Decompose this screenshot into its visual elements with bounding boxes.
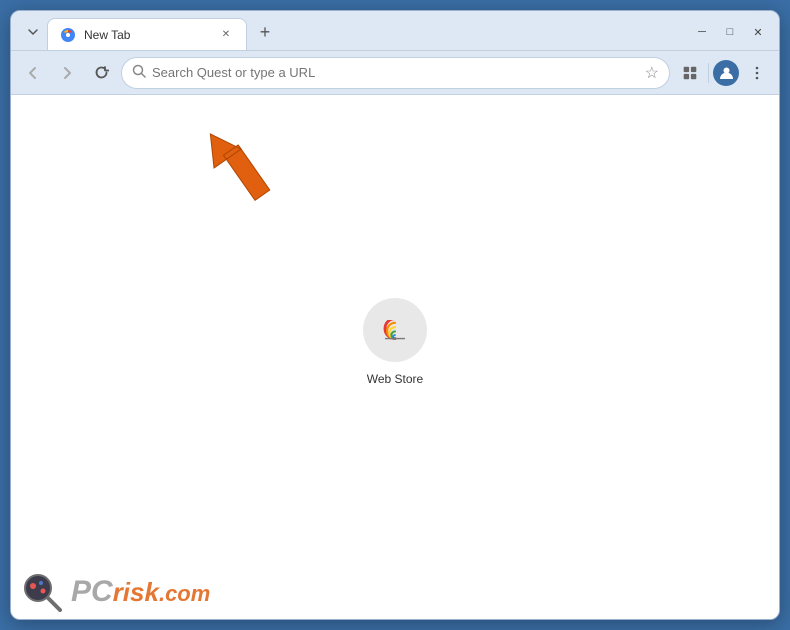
minimize-button[interactable]: ─ <box>689 22 715 42</box>
dotcom-text: .com <box>159 581 210 606</box>
forward-button[interactable] <box>53 59 81 87</box>
address-bar[interactable]: ☆ <box>121 57 670 89</box>
reload-button[interactable] <box>87 59 115 87</box>
profile-button[interactable] <box>713 60 739 86</box>
window-controls: ─ □ ✕ <box>681 22 779 50</box>
toolbar-icons <box>676 59 771 87</box>
new-tab-button[interactable]: + <box>251 18 279 46</box>
pc-text: PC <box>71 575 113 608</box>
extensions-button[interactable] <box>676 59 704 87</box>
watermark: PCrisk.com <box>11 565 220 619</box>
web-store-icon <box>379 320 411 340</box>
menu-button[interactable] <box>743 59 771 87</box>
search-icon <box>132 64 146 81</box>
tab-dropdown-button[interactable] <box>19 18 47 46</box>
maximize-button[interactable]: □ <box>717 22 743 42</box>
tab-strip: New Tab ✕ + <box>19 11 681 50</box>
close-button[interactable]: ✕ <box>745 22 771 42</box>
browser-window: New Tab ✕ + ─ □ ✕ <box>10 10 780 620</box>
risk-text: risk <box>113 577 159 607</box>
toolbar: ☆ <box>11 51 779 95</box>
bookmark-button[interactable]: ☆ <box>645 63 659 83</box>
pcrisk-logo-icon <box>21 571 63 613</box>
title-bar: New Tab ✕ + ─ □ ✕ <box>11 11 779 51</box>
back-button[interactable] <box>19 59 47 87</box>
shortcuts-area: Web Store <box>363 298 427 386</box>
address-input[interactable] <box>152 65 639 80</box>
tab-close-button[interactable]: ✕ <box>218 27 234 43</box>
content-area: Web Store PCrisk.com <box>11 95 779 619</box>
arrow-annotation <box>201 115 291 230</box>
tab-title: New Tab <box>84 28 210 42</box>
pcrisk-text: PCrisk.com <box>71 575 210 609</box>
tab-favicon-icon <box>60 27 76 43</box>
web-store-shortcut[interactable] <box>363 298 427 362</box>
toolbar-separator <box>708 63 709 83</box>
active-tab[interactable]: New Tab ✕ <box>47 18 247 50</box>
web-store-label: Web Store <box>367 372 423 386</box>
